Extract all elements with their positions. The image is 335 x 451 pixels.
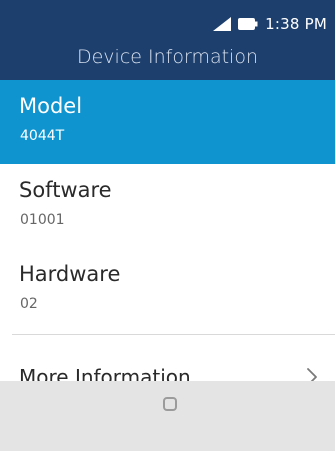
device-information-screen: 1:38 PM Device Information Model 4044T S… [0, 0, 335, 451]
settings-list: Model 4044T Software 01001 Hardware 02 [0, 80, 335, 332]
item-label: Hardware [19, 262, 121, 286]
list-item-hardware[interactable]: Hardware 02 [0, 248, 335, 332]
status-bar: 1:38 PM [213, 10, 327, 38]
list-item-software[interactable]: Software 01001 [0, 164, 335, 248]
item-value: 02 [20, 296, 38, 312]
more-information-item[interactable]: More Information [0, 335, 335, 389]
battery-icon [238, 18, 258, 30]
item-label: Model [19, 94, 83, 118]
item-value: 4044T [20, 128, 65, 144]
item-label: Software [19, 178, 112, 202]
item-value: 01001 [20, 212, 65, 228]
status-time: 1:38 PM [265, 15, 327, 33]
page-title: Device Information [76, 46, 258, 68]
app-header: 1:38 PM Device Information [0, 0, 335, 80]
softkey-bar [0, 381, 335, 451]
signal-icon [213, 17, 232, 31]
home-icon[interactable] [163, 397, 177, 411]
list-item-model[interactable]: Model 4044T [0, 80, 335, 164]
